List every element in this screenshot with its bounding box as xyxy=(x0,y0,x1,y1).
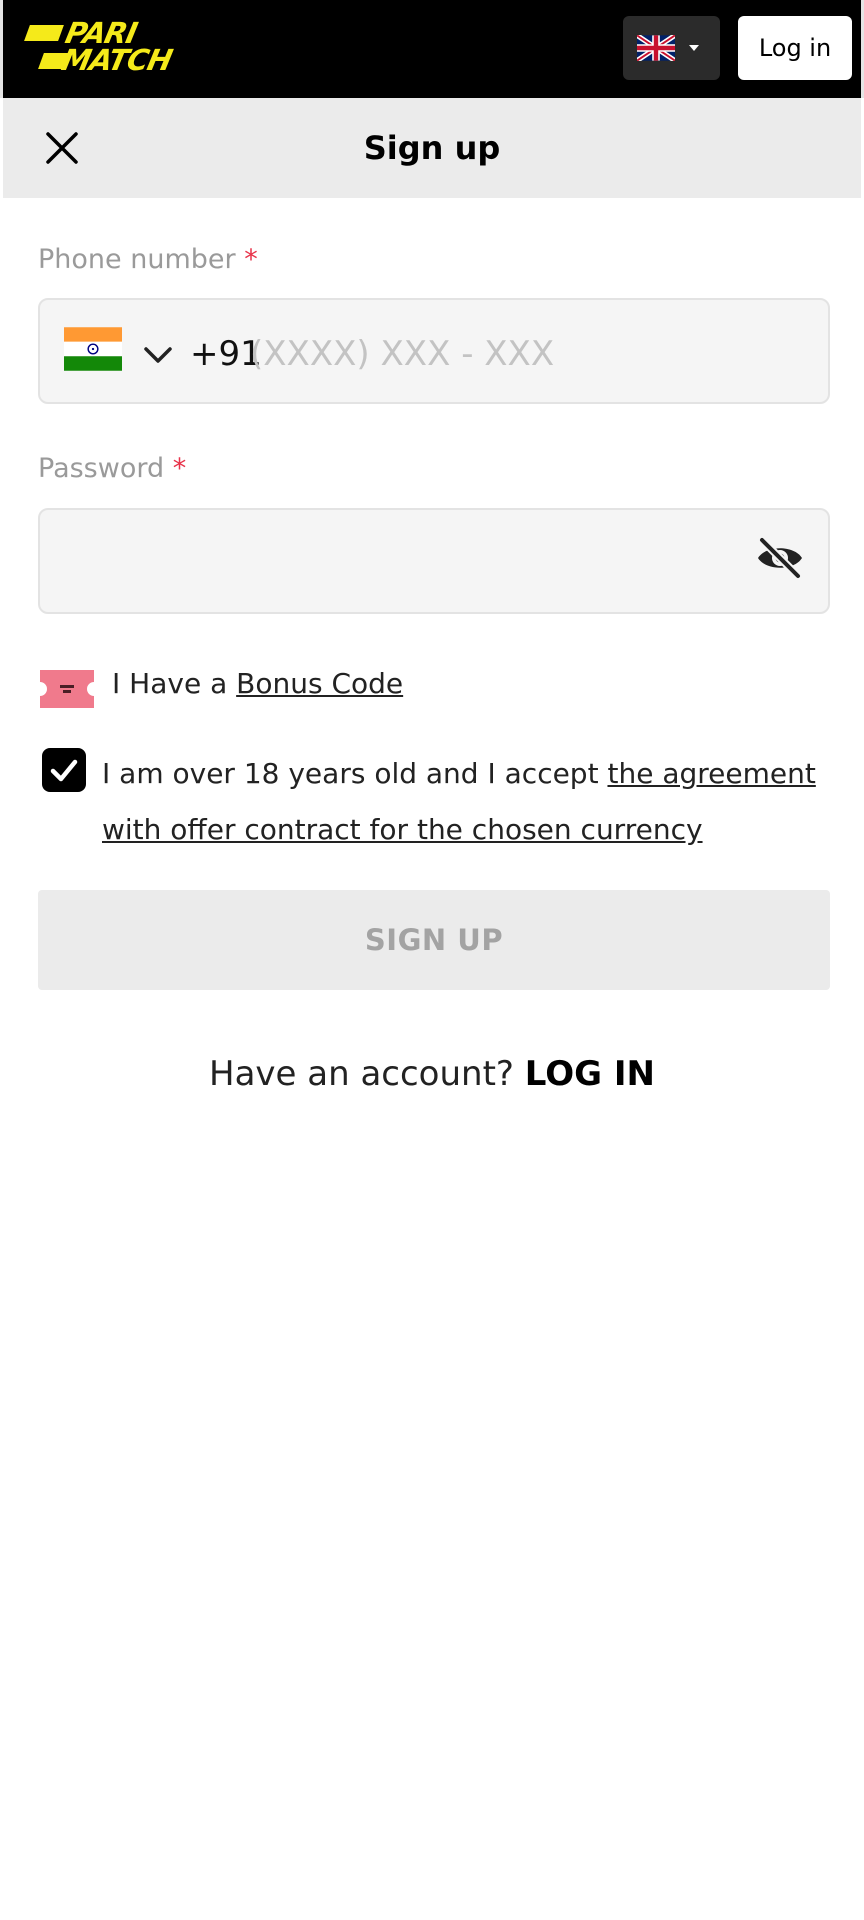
password-required-mark: * xyxy=(172,453,187,484)
bonus-code-text: I Have a xyxy=(112,667,237,700)
checkmark-icon xyxy=(50,759,78,782)
password-input[interactable] xyxy=(60,532,740,584)
login-link[interactable]: LOG IN xyxy=(525,1054,655,1094)
bonus-code-link[interactable]: Bonus Code xyxy=(236,667,403,700)
logo-line2: MATCH xyxy=(58,43,175,77)
phone-input[interactable] xyxy=(250,328,810,380)
phone-label: Phone number * xyxy=(38,244,258,275)
eye-off-icon[interactable] xyxy=(754,536,806,580)
password-label-text: Password xyxy=(38,453,165,484)
phone-required-mark: * xyxy=(244,244,258,275)
phone-label-text: Phone number xyxy=(38,244,236,275)
language-selector[interactable] xyxy=(623,16,720,80)
close-icon[interactable] xyxy=(44,130,80,166)
ticket-icon[interactable] xyxy=(38,668,96,710)
password-label: Password * xyxy=(38,453,186,484)
chevron-down-icon xyxy=(689,45,699,51)
agreement-text: I am over 18 years old and I accept the … xyxy=(102,746,842,858)
country-chevron-icon[interactable] xyxy=(142,344,174,366)
uk-flag-icon xyxy=(637,35,675,61)
have-account-row: Have an account? LOG IN xyxy=(0,1050,864,1098)
logo-text: PARI MATCH xyxy=(19,16,179,77)
bonus-code-row: I Have a Bonus Code xyxy=(112,665,403,703)
parimatch-logo[interactable]: PARI MATCH xyxy=(23,16,203,78)
page-title: Sign up xyxy=(363,129,501,167)
have-account-text: Have an account? xyxy=(209,1054,514,1094)
agreement-text-prefix: I am over 18 years old and I accept xyxy=(102,757,608,790)
agreement-checkbox[interactable] xyxy=(42,748,86,792)
top-bar: PARI MATCH Log in xyxy=(0,0,864,98)
header-login-button[interactable]: Log in xyxy=(738,16,852,80)
india-flag-icon[interactable] xyxy=(64,327,122,371)
signup-button[interactable]: SIGN UP xyxy=(38,890,830,990)
